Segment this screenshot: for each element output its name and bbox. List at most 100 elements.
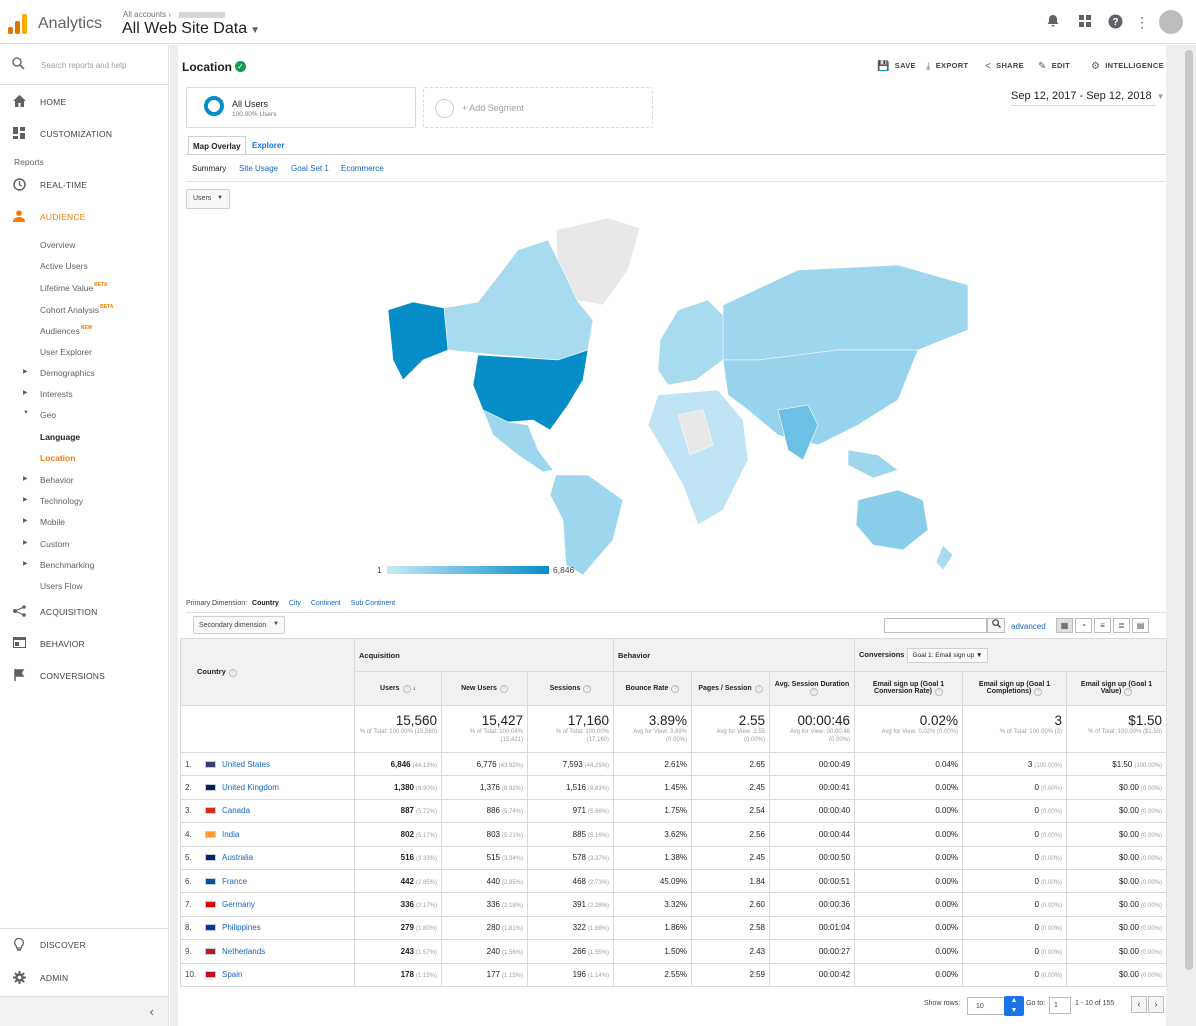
subtab-site-usage[interactable]: Site Usage <box>239 164 278 173</box>
advanced-filter-link[interactable]: advanced <box>1011 622 1046 631</box>
add-segment-button[interactable]: + Add Segment <box>423 87 653 128</box>
comparison-view-icon[interactable]: ≣ <box>1113 618 1130 633</box>
col-new-users[interactable]: New Users? <box>441 671 528 706</box>
table-row[interactable]: 5. Australia 516 (3.33%) 515 (3.34%) 578 (3.37%… <box>180 845 1168 870</box>
country-link[interactable]: Germany <box>222 900 255 909</box>
goal-select[interactable]: Goal 1: Email sign up ▼ <box>907 647 988 663</box>
edit-button[interactable]: ✎ EDIT <box>1038 61 1070 72</box>
sidebar-search[interactable]: Search reports and help <box>0 45 168 85</box>
account-breadcrumb[interactable]: All accounts › <box>123 10 226 19</box>
share-button[interactable]: < SHARE <box>985 61 1024 72</box>
sidebar-item-language[interactable]: Language <box>40 432 80 442</box>
performance-view-icon[interactable]: ≡ <box>1094 618 1111 633</box>
notifications-bell-icon[interactable] <box>1045 14 1061 30</box>
sidebar-item-active-users[interactable]: Active Users <box>40 261 88 271</box>
help-icon[interactable]: ? <box>754 684 763 693</box>
sidebar-item-custom[interactable]: ▶ Custom <box>23 539 69 549</box>
sidebar-item-demographics[interactable]: ▶ Demographics <box>23 368 95 378</box>
table-row[interactable]: 6. France 442 (2.85%) 440 (2.85%) 468 (2.73%) 45… <box>180 868 1168 894</box>
subtab-ecommerce[interactable]: Ecommerce <box>341 164 384 173</box>
help-icon[interactable]: ? <box>583 684 592 693</box>
dimension-sub-continent-link[interactable]: Sub Continent <box>351 600 395 607</box>
table-row[interactable]: 3. Canada 887 (5.72%) 886 (5.74%) 971 (5.66%) 1.… <box>180 798 1168 824</box>
col-goal-conversion-rate[interactable]: Email sign up (Goal 1 Conversion Rate)? <box>854 671 964 706</box>
user-avatar[interactable] <box>1159 10 1183 34</box>
help-icon[interactable]: ? <box>228 669 237 677</box>
sidebar-item-cohort-analysis[interactable]: Cohort AnalysisBETA <box>40 304 113 315</box>
world-map[interactable] <box>378 210 978 575</box>
sidebar-item-conversions[interactable]: CONVERSIONS <box>0 661 168 691</box>
country-link[interactable]: United States <box>222 760 270 769</box>
sidebar-item-behavior-sub[interactable]: ▶ Behavior <box>23 475 74 485</box>
sidebar-item-mobile[interactable]: ▶ Mobile <box>23 517 65 527</box>
country-link[interactable]: Canada <box>222 806 250 815</box>
country-link[interactable]: India <box>222 830 239 839</box>
help-icon[interactable]: ? <box>499 684 508 693</box>
table-row[interactable]: 9. Netherlands 243 (1.57%) 240 (1.56%) 266 (1.5… <box>180 939 1168 964</box>
sidebar-item-behavior[interactable]: BEHAVIOR <box>0 629 168 659</box>
sidebar-item-users-flow[interactable]: Users Flow <box>40 581 83 591</box>
rows-stepper-icon[interactable]: ▲ ▼ <box>1004 996 1024 1016</box>
goto-page-input[interactable]: 1 <box>1049 997 1071 1014</box>
sidebar-item-location[interactable]: Location <box>40 453 75 463</box>
prev-page-button[interactable]: ‹ <box>1131 996 1147 1013</box>
country-link[interactable]: Australia <box>222 853 253 862</box>
date-range-picker[interactable]: Sep 12, 2017 - Sep 12, 2018 ▼ <box>1011 90 1165 102</box>
segment-all-users[interactable]: All Users 100.00% Users <box>186 87 416 128</box>
sidebar-item-realtime[interactable]: REAL-TIME <box>0 170 168 200</box>
col-goal-completions[interactable]: Email sign up (Goal 1 Completions)? <box>962 671 1068 706</box>
secondary-dimension-select[interactable]: Secondary dimension ▼ <box>193 616 285 634</box>
col-sessions[interactable]: Sessions? <box>526 671 615 706</box>
sidebar-item-benchmarking[interactable]: ▶ Benchmarking <box>23 560 94 570</box>
dimension-continent-link[interactable]: Continent <box>311 600 341 607</box>
sidebar-item-audiences[interactable]: AudiencesNEW <box>40 325 92 336</box>
col-avg-session-duration[interactable]: Avg. Session Duration? <box>769 671 856 706</box>
next-page-button[interactable]: › <box>1148 996 1164 1013</box>
table-search-button[interactable] <box>987 618 1005 633</box>
table-row[interactable]: 10. Spain 178 (1.15%) 177 (1.15%) 196 (1.14%) 2.… <box>180 962 1168 987</box>
sidebar-item-user-explorer[interactable]: User Explorer <box>40 347 92 357</box>
sidebar-item-lifetime-value[interactable]: Lifetime ValueBETA <box>40 282 107 293</box>
collapse-sidebar-button[interactable]: ‹ <box>0 996 168 1026</box>
table-filter-input[interactable] <box>884 618 987 633</box>
table-row[interactable]: 8. Philippines 279 (1.80%) 280 (1.81%) 322 (1.8… <box>180 915 1168 941</box>
sidebar-item-overview[interactable]: Overview <box>40 240 75 250</box>
table-row[interactable]: 1. United States 6,846 (44.13%) 6,776 (43.92%… <box>180 751 1168 777</box>
sidebar-item-technology[interactable]: ▶ Technology <box>23 496 83 506</box>
sidebar-item-home[interactable]: HOME <box>0 87 168 117</box>
table-view-icon[interactable]: ▦ <box>1056 618 1073 633</box>
country-link[interactable]: France <box>222 877 247 886</box>
table-row[interactable]: 4. India 802 (5.17%) 803 (5.21%) 885 (5.16%) 3.6… <box>180 822 1168 847</box>
subtab-summary[interactable]: Summary <box>192 164 226 173</box>
save-button[interactable]: 💾 SAVE <box>877 61 916 72</box>
country-link[interactable]: Philippines <box>222 923 261 932</box>
page-scrollbar[interactable] <box>1185 50 1193 970</box>
tab-explorer[interactable]: Explorer <box>252 141 284 150</box>
help-icon[interactable]: ? <box>1034 688 1043 696</box>
col-pages-session[interactable]: Pages / Session? <box>691 671 771 706</box>
sidebar-item-admin[interactable]: ADMIN <box>0 963 168 993</box>
apps-grid-icon[interactable] <box>1077 14 1093 30</box>
dimension-city-link[interactable]: City <box>289 600 301 607</box>
col-goal-value[interactable]: Email sign up (Goal 1 Value)? <box>1066 671 1168 706</box>
sidebar-item-audience[interactable]: AUDIENCE <box>0 202 168 232</box>
more-vert-icon[interactable]: ⋮ <box>1134 14 1150 30</box>
intelligence-button[interactable]: ⚙ INTELLIGENCE <box>1091 61 1164 72</box>
sidebar-item-customization[interactable]: CUSTOMIZATION <box>0 119 168 149</box>
sidebar-item-acquisition[interactable]: ACQUISITION <box>0 597 168 627</box>
account-selector[interactable]: All Web Site Data ▼ <box>122 20 260 38</box>
subtab-goal-set-1[interactable]: Goal Set 1 <box>291 164 329 173</box>
table-row[interactable]: 7. Germany 336 (2.17%) 336 (2.18%) 391 (2.28%) 3… <box>180 892 1168 917</box>
export-button[interactable]: ⤓ EXPORT <box>926 61 968 72</box>
help-icon[interactable]: ? <box>671 684 680 693</box>
pivot-view-icon[interactable]: ▤ <box>1132 618 1149 633</box>
search-input[interactable]: Search reports and help <box>41 61 126 70</box>
country-link[interactable]: Netherlands <box>222 947 265 956</box>
help-icon[interactable]: ? <box>402 684 411 693</box>
country-link[interactable]: Spain <box>222 970 242 979</box>
help-icon[interactable]: ? <box>935 688 943 696</box>
sidebar-item-interests[interactable]: ▶ Interests <box>23 389 73 399</box>
help-icon[interactable]: ? <box>809 688 818 696</box>
col-bounce-rate[interactable]: Bounce Rate? <box>613 671 693 706</box>
tab-map-overlay[interactable]: Map Overlay <box>188 136 246 155</box>
